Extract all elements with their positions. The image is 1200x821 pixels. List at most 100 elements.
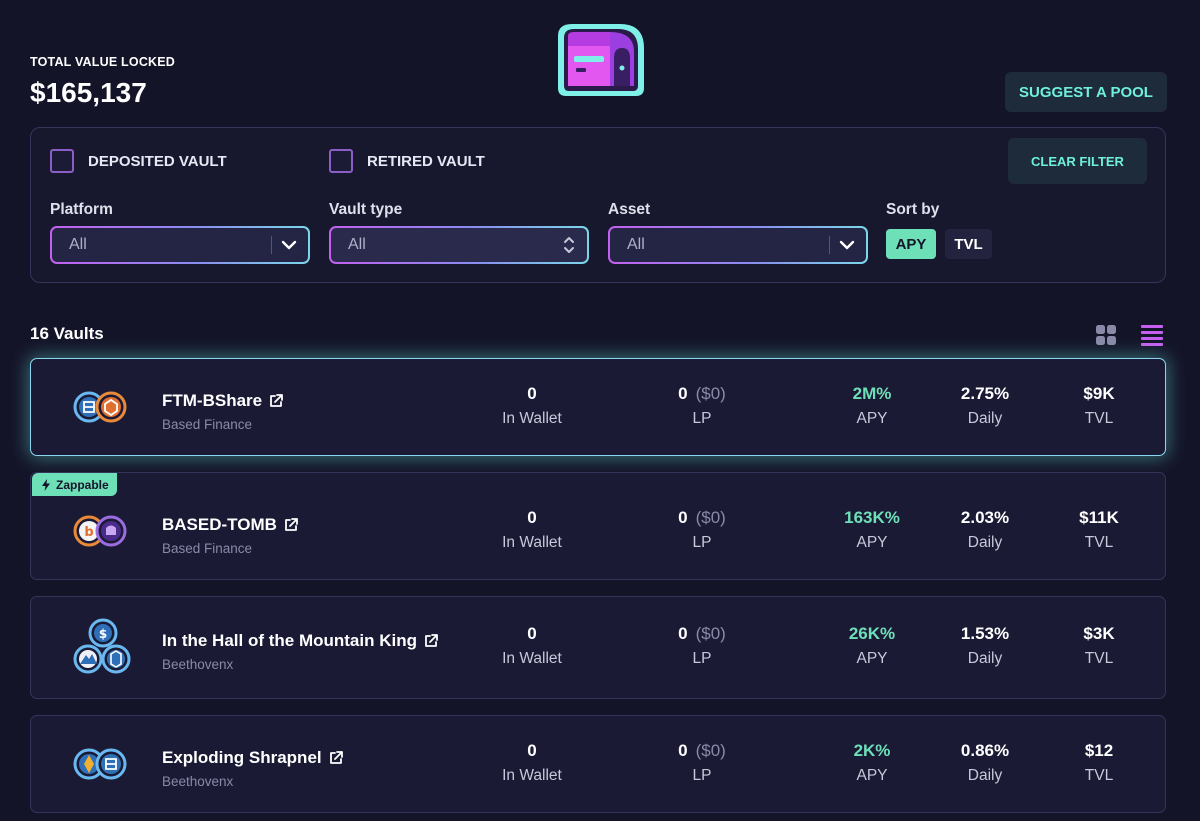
lp-label: LP — [692, 767, 712, 784]
vault-platform: Beethovenx — [162, 774, 234, 789]
vault-chest-logo-icon — [558, 24, 644, 96]
tvl-stat-label: TVL — [1084, 650, 1114, 667]
tvl-stat-label: TVL — [1084, 767, 1114, 784]
wallet-label: In Wallet — [502, 767, 562, 784]
external-link-icon[interactable] — [328, 750, 344, 766]
tvl-value: $9K — [1083, 384, 1115, 403]
external-link-icon[interactable] — [283, 517, 299, 533]
deposited-checkbox-box[interactable] — [50, 149, 74, 173]
tvl-stat: $11K TVL — [1039, 508, 1159, 552]
chevron-down-icon[interactable] — [278, 234, 300, 256]
daily-label: Daily — [967, 767, 1003, 784]
chevron-down-icon[interactable] — [836, 234, 858, 256]
deposited-vault-label: DEPOSITED VAULT — [88, 152, 227, 170]
wallet-value: 0 — [527, 624, 537, 643]
svg-text:$: $ — [99, 627, 107, 641]
vault-name-text: BASED-TOMB — [162, 515, 277, 534]
sort-by-label: Sort by — [886, 201, 940, 218]
based-tomb-token-icons: b — [73, 515, 127, 547]
vault-card[interactable]: $ In the Hall of the Mountain King Beeth… — [30, 596, 1166, 699]
wallet-stat: 0 In Wallet — [472, 741, 592, 785]
tvl-stat: $12 TVL — [1039, 741, 1159, 785]
external-link-icon[interactable] — [423, 633, 439, 649]
lp-usd-value: ($0) — [695, 741, 726, 760]
apy-label: APY — [856, 650, 888, 667]
external-link-icon[interactable] — [268, 393, 284, 409]
daily-label: Daily — [967, 650, 1003, 667]
tvl-stat: $9K TVL — [1039, 384, 1159, 428]
wallet-stat: 0 In Wallet — [472, 508, 592, 552]
retired-checkbox-box[interactable] — [329, 149, 353, 173]
daily-label: Daily — [967, 410, 1003, 427]
lp-value: 0 — [678, 508, 688, 527]
wallet-value: 0 — [527, 508, 537, 527]
daily-value: 0.86% — [960, 741, 1010, 760]
zappable-badge-text: Zappable — [56, 477, 109, 492]
lp-value: 0 — [678, 624, 688, 643]
vault-type-select[interactable]: All — [329, 226, 589, 264]
daily-value: 2.03% — [960, 508, 1010, 527]
vault-name[interactable]: In the Hall of the Mountain King — [162, 631, 439, 651]
exploding-shrapnel-token-icons — [73, 748, 127, 780]
vault-card[interactable]: Zappable b BASED-TOMB Based Finance 0 In… — [30, 472, 1166, 580]
vault-name-text: FTM-BShare — [162, 391, 263, 410]
vault-name-text: In the Hall of the Mountain King — [162, 631, 417, 650]
vault-name[interactable]: Exploding Shrapnel — [162, 748, 344, 768]
apy-value: 2M% — [852, 384, 892, 403]
vault-name[interactable]: BASED-TOMB — [162, 515, 299, 535]
wallet-label: In Wallet — [502, 650, 562, 667]
clear-filter-button[interactable]: CLEAR FILTER — [1008, 138, 1147, 184]
wallet-value: 0 — [527, 384, 537, 403]
sort-apy-button[interactable]: APY — [886, 229, 936, 259]
daily-value: 1.53% — [960, 624, 1010, 643]
zappable-badge: Zappable — [32, 473, 117, 496]
select-separator — [271, 236, 272, 254]
apy-label: APY — [856, 767, 888, 784]
lp-stat: 0 ($0) LP — [642, 384, 762, 428]
select-separator — [829, 236, 830, 254]
tvl-stat-label: TVL — [1084, 534, 1114, 551]
lp-value: 0 — [678, 384, 688, 403]
lp-usd-value: ($0) — [695, 624, 726, 643]
platform-select[interactable]: All — [50, 226, 310, 264]
mountain-king-token-icons: $ — [73, 618, 131, 674]
daily-stat: 2.75% Daily — [925, 384, 1045, 428]
apy-stat: 163K% APY — [812, 508, 932, 552]
wallet-label: In Wallet — [502, 534, 562, 551]
lp-label: LP — [692, 410, 712, 427]
wallet-value: 0 — [527, 741, 537, 760]
chevron-up-down-icon[interactable] — [559, 234, 579, 256]
sort-tvl-button[interactable]: TVL — [945, 229, 992, 259]
lp-usd-value: ($0) — [695, 384, 726, 403]
vault-count: 16 Vaults — [30, 324, 104, 343]
filter-panel: DEPOSITED VAULT RETIRED VAULT CLEAR FILT… — [30, 127, 1166, 283]
tvl-stat: $3K TVL — [1039, 624, 1159, 668]
lp-label: LP — [692, 534, 712, 551]
list-view-icon[interactable] — [1140, 323, 1164, 347]
asset-select-value: All — [627, 236, 645, 253]
platform-label: Platform — [50, 201, 113, 218]
svg-text:b: b — [84, 525, 93, 540]
tvl-value: $165,137 — [30, 77, 147, 108]
vault-card[interactable]: FTM-BShare Based Finance 0 In Wallet 0 ($… — [30, 358, 1166, 456]
deposited-vault-checkbox[interactable]: DEPOSITED VAULT — [50, 149, 227, 173]
daily-stat: 0.86% Daily — [925, 741, 1045, 785]
apy-label: APY — [856, 410, 888, 427]
asset-select[interactable]: All — [608, 226, 868, 264]
vault-card[interactable]: Exploding Shrapnel Beethovenx 0 In Walle… — [30, 715, 1166, 813]
vault-name-text: Exploding Shrapnel — [162, 748, 322, 767]
vault-name[interactable]: FTM-BShare — [162, 391, 284, 411]
lp-stat: 0 ($0) LP — [642, 741, 762, 785]
lightning-icon — [42, 478, 50, 491]
vault-platform: Beethovenx — [162, 657, 234, 672]
vault-platform: Based Finance — [162, 417, 253, 432]
apy-stat: 26K% APY — [812, 624, 932, 668]
suggest-pool-button[interactable]: SUGGEST A POOL — [1005, 72, 1167, 112]
daily-stat: 1.53% Daily — [925, 624, 1045, 668]
lp-label: LP — [692, 650, 712, 667]
tvl-value: $12 — [1084, 741, 1114, 760]
lp-stat: 0 ($0) LP — [642, 624, 762, 668]
retired-vault-checkbox[interactable]: RETIRED VAULT — [329, 149, 485, 173]
vault-platform: Based Finance — [162, 541, 253, 556]
grid-view-icon[interactable] — [1094, 323, 1118, 347]
